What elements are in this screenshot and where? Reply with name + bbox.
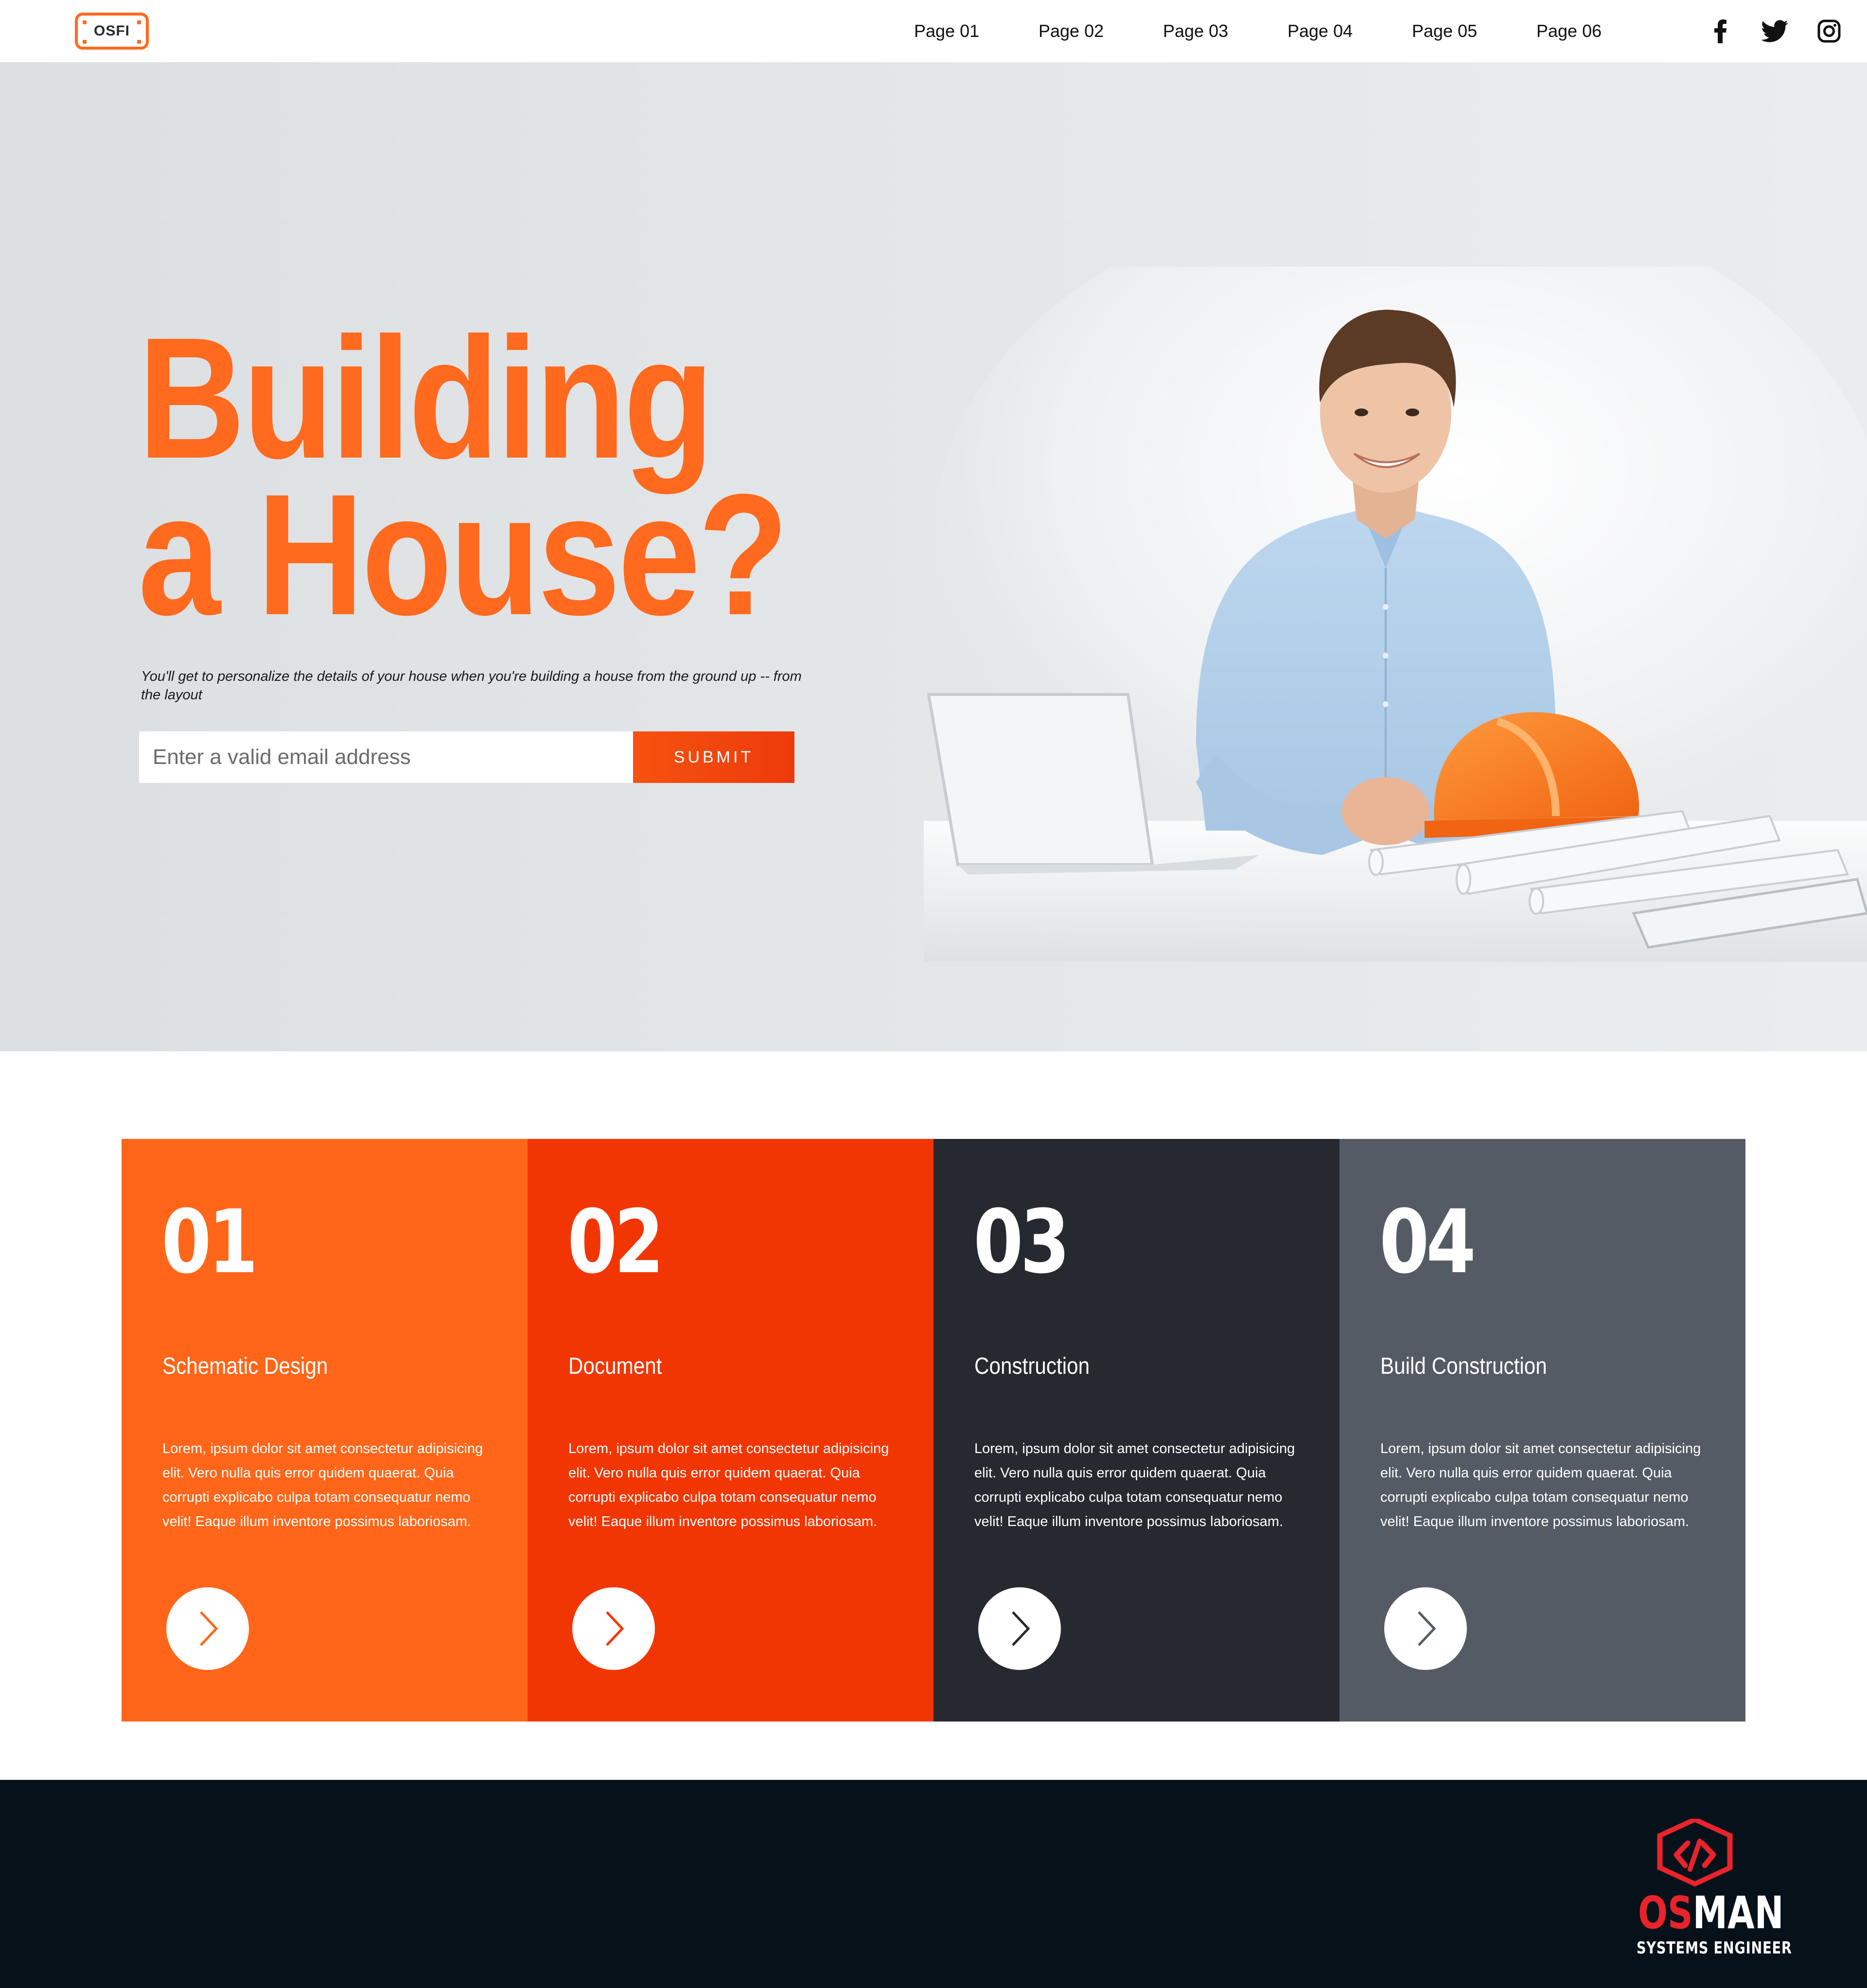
process-steps: 01 Schematic Design Lorem, ipsum dolor s…: [122, 1139, 1745, 1722]
brand-name: OSMAN: [1638, 1891, 1784, 1935]
step-number: 03: [973, 1191, 1070, 1293]
logo-dot: [137, 20, 141, 24]
site-header: OSFI Page 01 Page 02 Page 03 Page 04 Pag…: [0, 0, 1867, 62]
submit-button[interactable]: SUBMIT: [633, 731, 794, 783]
chevron-right-icon: [200, 1611, 218, 1646]
step-arrow-button[interactable]: [1384, 1587, 1467, 1670]
engineer-photo: [924, 266, 1867, 962]
step-arrow-button[interactable]: [166, 1587, 249, 1670]
step-card: 03 Construction Lorem, ipsum dolor sit a…: [934, 1139, 1339, 1722]
facebook-icon[interactable]: [1706, 17, 1735, 46]
chevron-right-icon: [606, 1611, 624, 1646]
step-number: 02: [567, 1191, 664, 1293]
brand-tagline: SYSTEMS ENGINEER: [1637, 1938, 1792, 1958]
step-title: Build Construction: [1380, 1353, 1547, 1379]
step-arrow-button[interactable]: [572, 1587, 655, 1670]
chevron-right-icon: [1012, 1611, 1030, 1646]
hero-section: Building a House? You'll get to personal…: [0, 62, 1867, 1051]
step-description: Lorem, ipsum dolor sit amet consectetur …: [974, 1441, 1295, 1529]
social-links: [1680, 17, 1867, 46]
step-number: 04: [1379, 1191, 1476, 1293]
step-title: Schematic Design: [162, 1353, 328, 1379]
logo-dot: [137, 40, 141, 44]
email-input[interactable]: [139, 731, 633, 783]
nav-page-01[interactable]: Page 01: [914, 21, 1039, 41]
logo-text: OSFI: [93, 23, 130, 39]
step-card: 02 Document Lorem, ipsum dolor sit amet …: [528, 1139, 934, 1722]
step-description: Lorem, ipsum dolor sit amet consectetur …: [1380, 1441, 1701, 1529]
brand-name-man: MAN: [1692, 1887, 1784, 1939]
step-title: Document: [568, 1353, 662, 1379]
step-title: Construction: [974, 1353, 1090, 1379]
step-description: Lorem, ipsum dolor sit amet consectetur …: [568, 1441, 889, 1529]
logo-dot: [83, 20, 87, 24]
main-nav: Page 01 Page 02 Page 03 Page 04 Page 05 …: [914, 0, 1661, 62]
brand-name-os: OS: [1638, 1887, 1693, 1939]
step-card: 04 Build Construction Lorem, ipsum dolor…: [1339, 1139, 1745, 1722]
chevron-right-icon: [1418, 1611, 1436, 1646]
twitter-icon[interactable]: [1760, 17, 1789, 46]
hero-title-line1: Building: [138, 302, 714, 495]
nav-page-05[interactable]: Page 05: [1412, 21, 1536, 41]
instagram-icon[interactable]: [1814, 17, 1844, 46]
brand-logo[interactable]: OSMAN SYSTEMS ENGINEER: [1622, 1819, 1792, 1965]
step-number: 01: [161, 1191, 258, 1293]
site-logo[interactable]: OSFI: [75, 13, 149, 50]
step-arrow-button[interactable]: [978, 1587, 1061, 1670]
hero-title: Building a House?: [138, 302, 789, 651]
hero-title-line2: a House?: [138, 459, 789, 651]
step-card: 01 Schematic Design Lorem, ipsum dolor s…: [122, 1139, 528, 1722]
hexagon-code-icon: [1657, 1819, 1733, 1887]
nav-page-02[interactable]: Page 02: [1039, 21, 1163, 41]
email-signup-form: SUBMIT: [139, 731, 794, 783]
nav-page-03[interactable]: Page 03: [1163, 21, 1287, 41]
logo-dot: [83, 40, 87, 44]
site-footer: OSMAN SYSTEMS ENGINEER: [0, 1780, 1867, 1988]
hero-subtitle: You'll get to personalize the details of…: [141, 669, 802, 703]
step-description: Lorem, ipsum dolor sit amet consectetur …: [162, 1441, 483, 1529]
nav-page-06[interactable]: Page 06: [1536, 21, 1661, 41]
nav-page-04[interactable]: Page 04: [1287, 21, 1412, 41]
